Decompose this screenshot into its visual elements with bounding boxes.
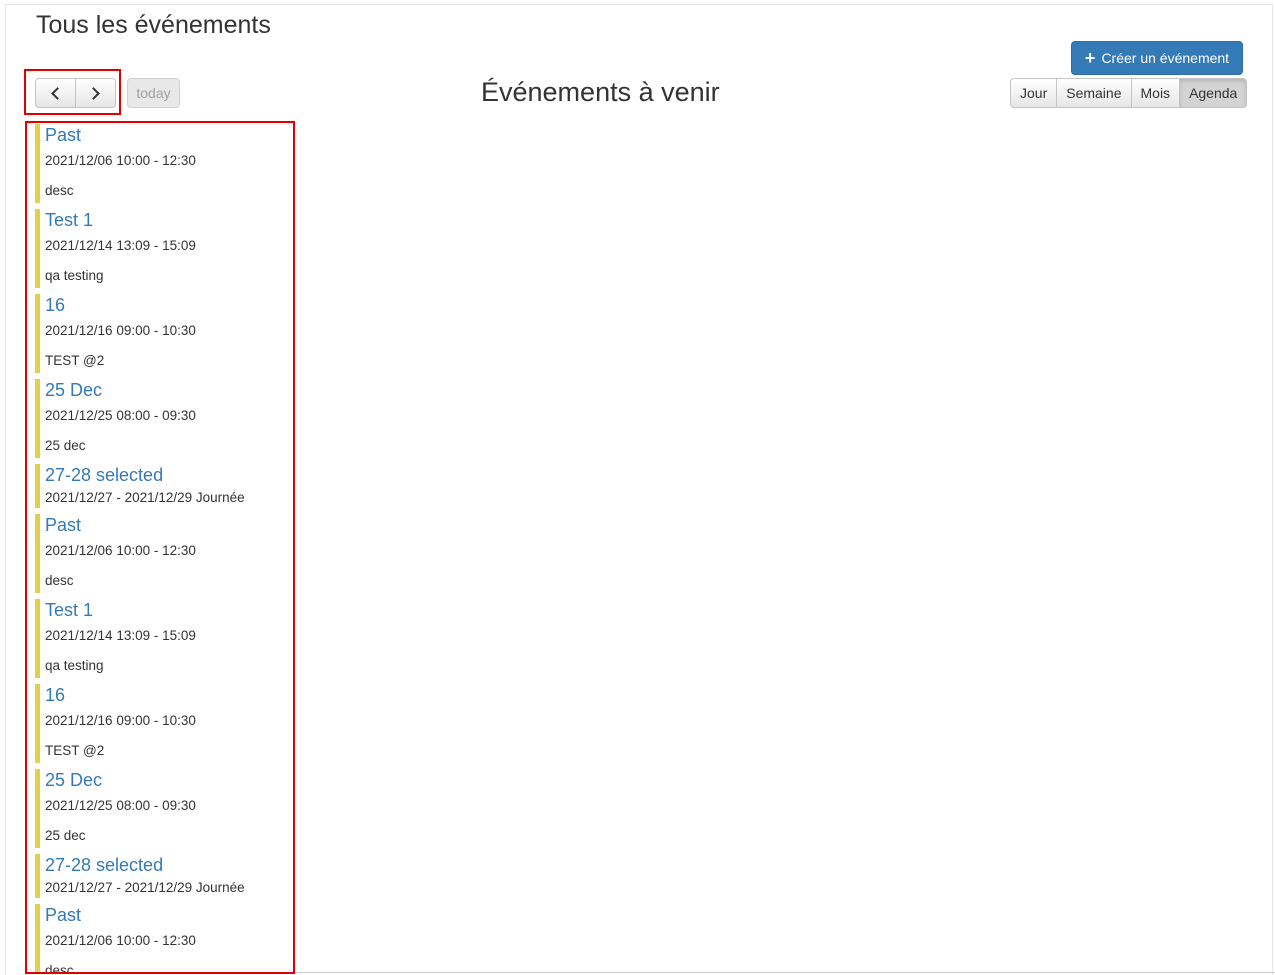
view-switcher: Jour Semaine Mois Agenda — [1010, 78, 1248, 108]
event-list: Past 2021/12/06 10:00 - 12:30 desc Test … — [35, 124, 290, 972]
event-title[interactable]: Past — [45, 514, 290, 536]
event-item[interactable]: Past 2021/12/06 10:00 - 12:30 desc — [35, 124, 290, 203]
event-time: 2021/12/27 - 2021/12/29 Journée — [45, 490, 245, 505]
create-event-button[interactable]: + Créer un événement — [1071, 41, 1243, 75]
event-title[interactable]: Test 1 — [45, 599, 290, 621]
event-time: 2021/12/14 13:09 - 15:09 — [45, 628, 196, 643]
event-item[interactable]: 16 2021/12/16 09:00 - 10:30 TEST @2 — [35, 684, 290, 763]
event-description: desc — [45, 573, 74, 588]
event-description: TEST @2 — [45, 353, 105, 368]
today-button[interactable]: today — [127, 78, 180, 108]
event-time: 2021/12/06 10:00 - 12:30 — [45, 543, 196, 558]
event-time: 2021/12/25 08:00 - 09:30 — [45, 798, 196, 813]
event-description: qa testing — [45, 658, 104, 673]
event-description: qa testing — [45, 268, 104, 283]
event-title[interactable]: 25 Dec — [45, 379, 290, 401]
create-event-label: Créer un événement — [1101, 50, 1230, 66]
event-item[interactable]: 25 Dec 2021/12/25 08:00 - 09:30 25 dec — [35, 769, 290, 848]
view-week-button[interactable]: Semaine — [1056, 78, 1132, 108]
event-time: 2021/12/06 10:00 - 12:30 — [45, 153, 196, 168]
next-button[interactable] — [75, 78, 116, 108]
frame-border-bottom — [80, 972, 1275, 973]
chevron-right-icon — [87, 86, 100, 100]
view-month-button[interactable]: Mois — [1130, 78, 1181, 108]
event-time: 2021/12/06 10:00 - 12:30 — [45, 933, 196, 948]
event-title[interactable]: Test 1 — [45, 209, 290, 231]
frame-border-left — [5, 4, 6, 975]
prev-button[interactable] — [35, 78, 76, 108]
event-description: desc — [45, 963, 74, 972]
event-item[interactable]: Past 2021/12/06 10:00 - 12:30 desc — [35, 904, 290, 972]
event-time: 2021/12/27 - 2021/12/29 Journée — [45, 880, 245, 895]
view-day-button[interactable]: Jour — [1010, 78, 1058, 108]
plus-icon: + — [1084, 48, 1096, 68]
event-item[interactable]: 16 2021/12/16 09:00 - 10:30 TEST @2 — [35, 294, 290, 373]
view-agenda-button[interactable]: Agenda — [1179, 78, 1248, 108]
event-title[interactable]: 25 Dec — [45, 769, 290, 791]
event-title[interactable]: 27-28 selected — [45, 854, 290, 876]
event-item[interactable]: Past 2021/12/06 10:00 - 12:30 desc — [35, 514, 290, 593]
event-title[interactable]: Past — [45, 124, 290, 146]
page-title: Tous les événements — [36, 11, 271, 39]
chevron-left-icon — [51, 86, 64, 100]
event-item[interactable]: 27-28 selected 2021/12/27 - 2021/12/29 J… — [35, 464, 290, 508]
event-title[interactable]: 27-28 selected — [45, 464, 290, 486]
event-item[interactable]: Test 1 2021/12/14 13:09 - 15:09 qa testi… — [35, 599, 290, 678]
frame-border-top — [5, 4, 1273, 5]
calendar-page: Tous les événements + Créer un événement… — [0, 0, 1275, 975]
event-item[interactable]: 25 Dec 2021/12/25 08:00 - 09:30 25 dec — [35, 379, 290, 458]
event-title[interactable]: 16 — [45, 684, 290, 706]
event-title[interactable]: 16 — [45, 294, 290, 316]
event-title[interactable]: Past — [45, 904, 290, 926]
event-description: 25 dec — [45, 438, 86, 453]
frame-border-right — [1272, 4, 1273, 975]
event-description: 25 dec — [45, 828, 86, 843]
event-description: TEST @2 — [45, 743, 105, 758]
view-title: Événements à venir — [481, 77, 720, 107]
event-item[interactable]: 27-28 selected 2021/12/27 - 2021/12/29 J… — [35, 854, 290, 898]
prev-next-group — [35, 78, 116, 108]
event-time: 2021/12/16 09:00 - 10:30 — [45, 713, 196, 728]
event-time: 2021/12/16 09:00 - 10:30 — [45, 323, 196, 338]
event-time: 2021/12/14 13:09 - 15:09 — [45, 238, 196, 253]
event-item[interactable]: Test 1 2021/12/14 13:09 - 15:09 qa testi… — [35, 209, 290, 288]
event-time: 2021/12/25 08:00 - 09:30 — [45, 408, 196, 423]
event-description: desc — [45, 183, 74, 198]
